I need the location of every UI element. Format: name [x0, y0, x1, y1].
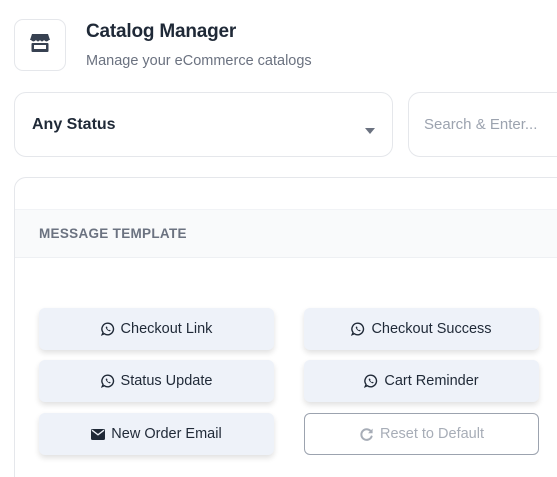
checkout-success-label: Checkout Success [371, 321, 492, 337]
whatsapp-icon [100, 322, 115, 336]
page-subtitle: Manage your eCommerce catalogs [86, 53, 312, 69]
search-input[interactable] [424, 116, 557, 133]
new-order-email-button[interactable]: New Order Email [39, 413, 274, 455]
reset-to-default-label: Reset to Default [380, 426, 484, 442]
status-filter-value: Any Status [32, 115, 116, 133]
refresh-icon [359, 427, 374, 442]
checkout-success-button[interactable]: Checkout Success [304, 308, 539, 350]
checkout-link-label: Checkout Link [120, 321, 213, 337]
reset-to-default-button[interactable]: Reset to Default [304, 413, 539, 455]
caret-down-icon [365, 128, 375, 134]
search-field[interactable] [408, 92, 557, 157]
page-title: Catalog Manager [86, 21, 237, 42]
status-filter-select[interactable]: Any Status [14, 92, 393, 157]
status-update-label: Status Update [120, 373, 213, 389]
new-order-email-label: New Order Email [111, 426, 222, 442]
store-icon [29, 33, 51, 58]
status-update-button[interactable]: Status Update [39, 360, 274, 402]
whatsapp-icon [351, 322, 365, 336]
page-header: Catalog Manager Manage your eCommerce ca… [14, 19, 312, 71]
cart-reminder-button[interactable]: Cart Reminder [304, 360, 539, 402]
whatsapp-icon [100, 374, 115, 388]
catalog-manager-app: Catalog Manager Manage your eCommerce ca… [0, 0, 557, 477]
store-logo [14, 19, 66, 71]
cart-reminder-label: Cart Reminder [384, 373, 479, 389]
envelope-icon [91, 428, 106, 440]
checkout-link-button[interactable]: Checkout Link [39, 308, 274, 350]
card-header: MESSAGE TEMPLATE [15, 209, 557, 258]
section-heading: MESSAGE TEMPLATE [39, 226, 187, 241]
whatsapp-icon [364, 374, 378, 388]
